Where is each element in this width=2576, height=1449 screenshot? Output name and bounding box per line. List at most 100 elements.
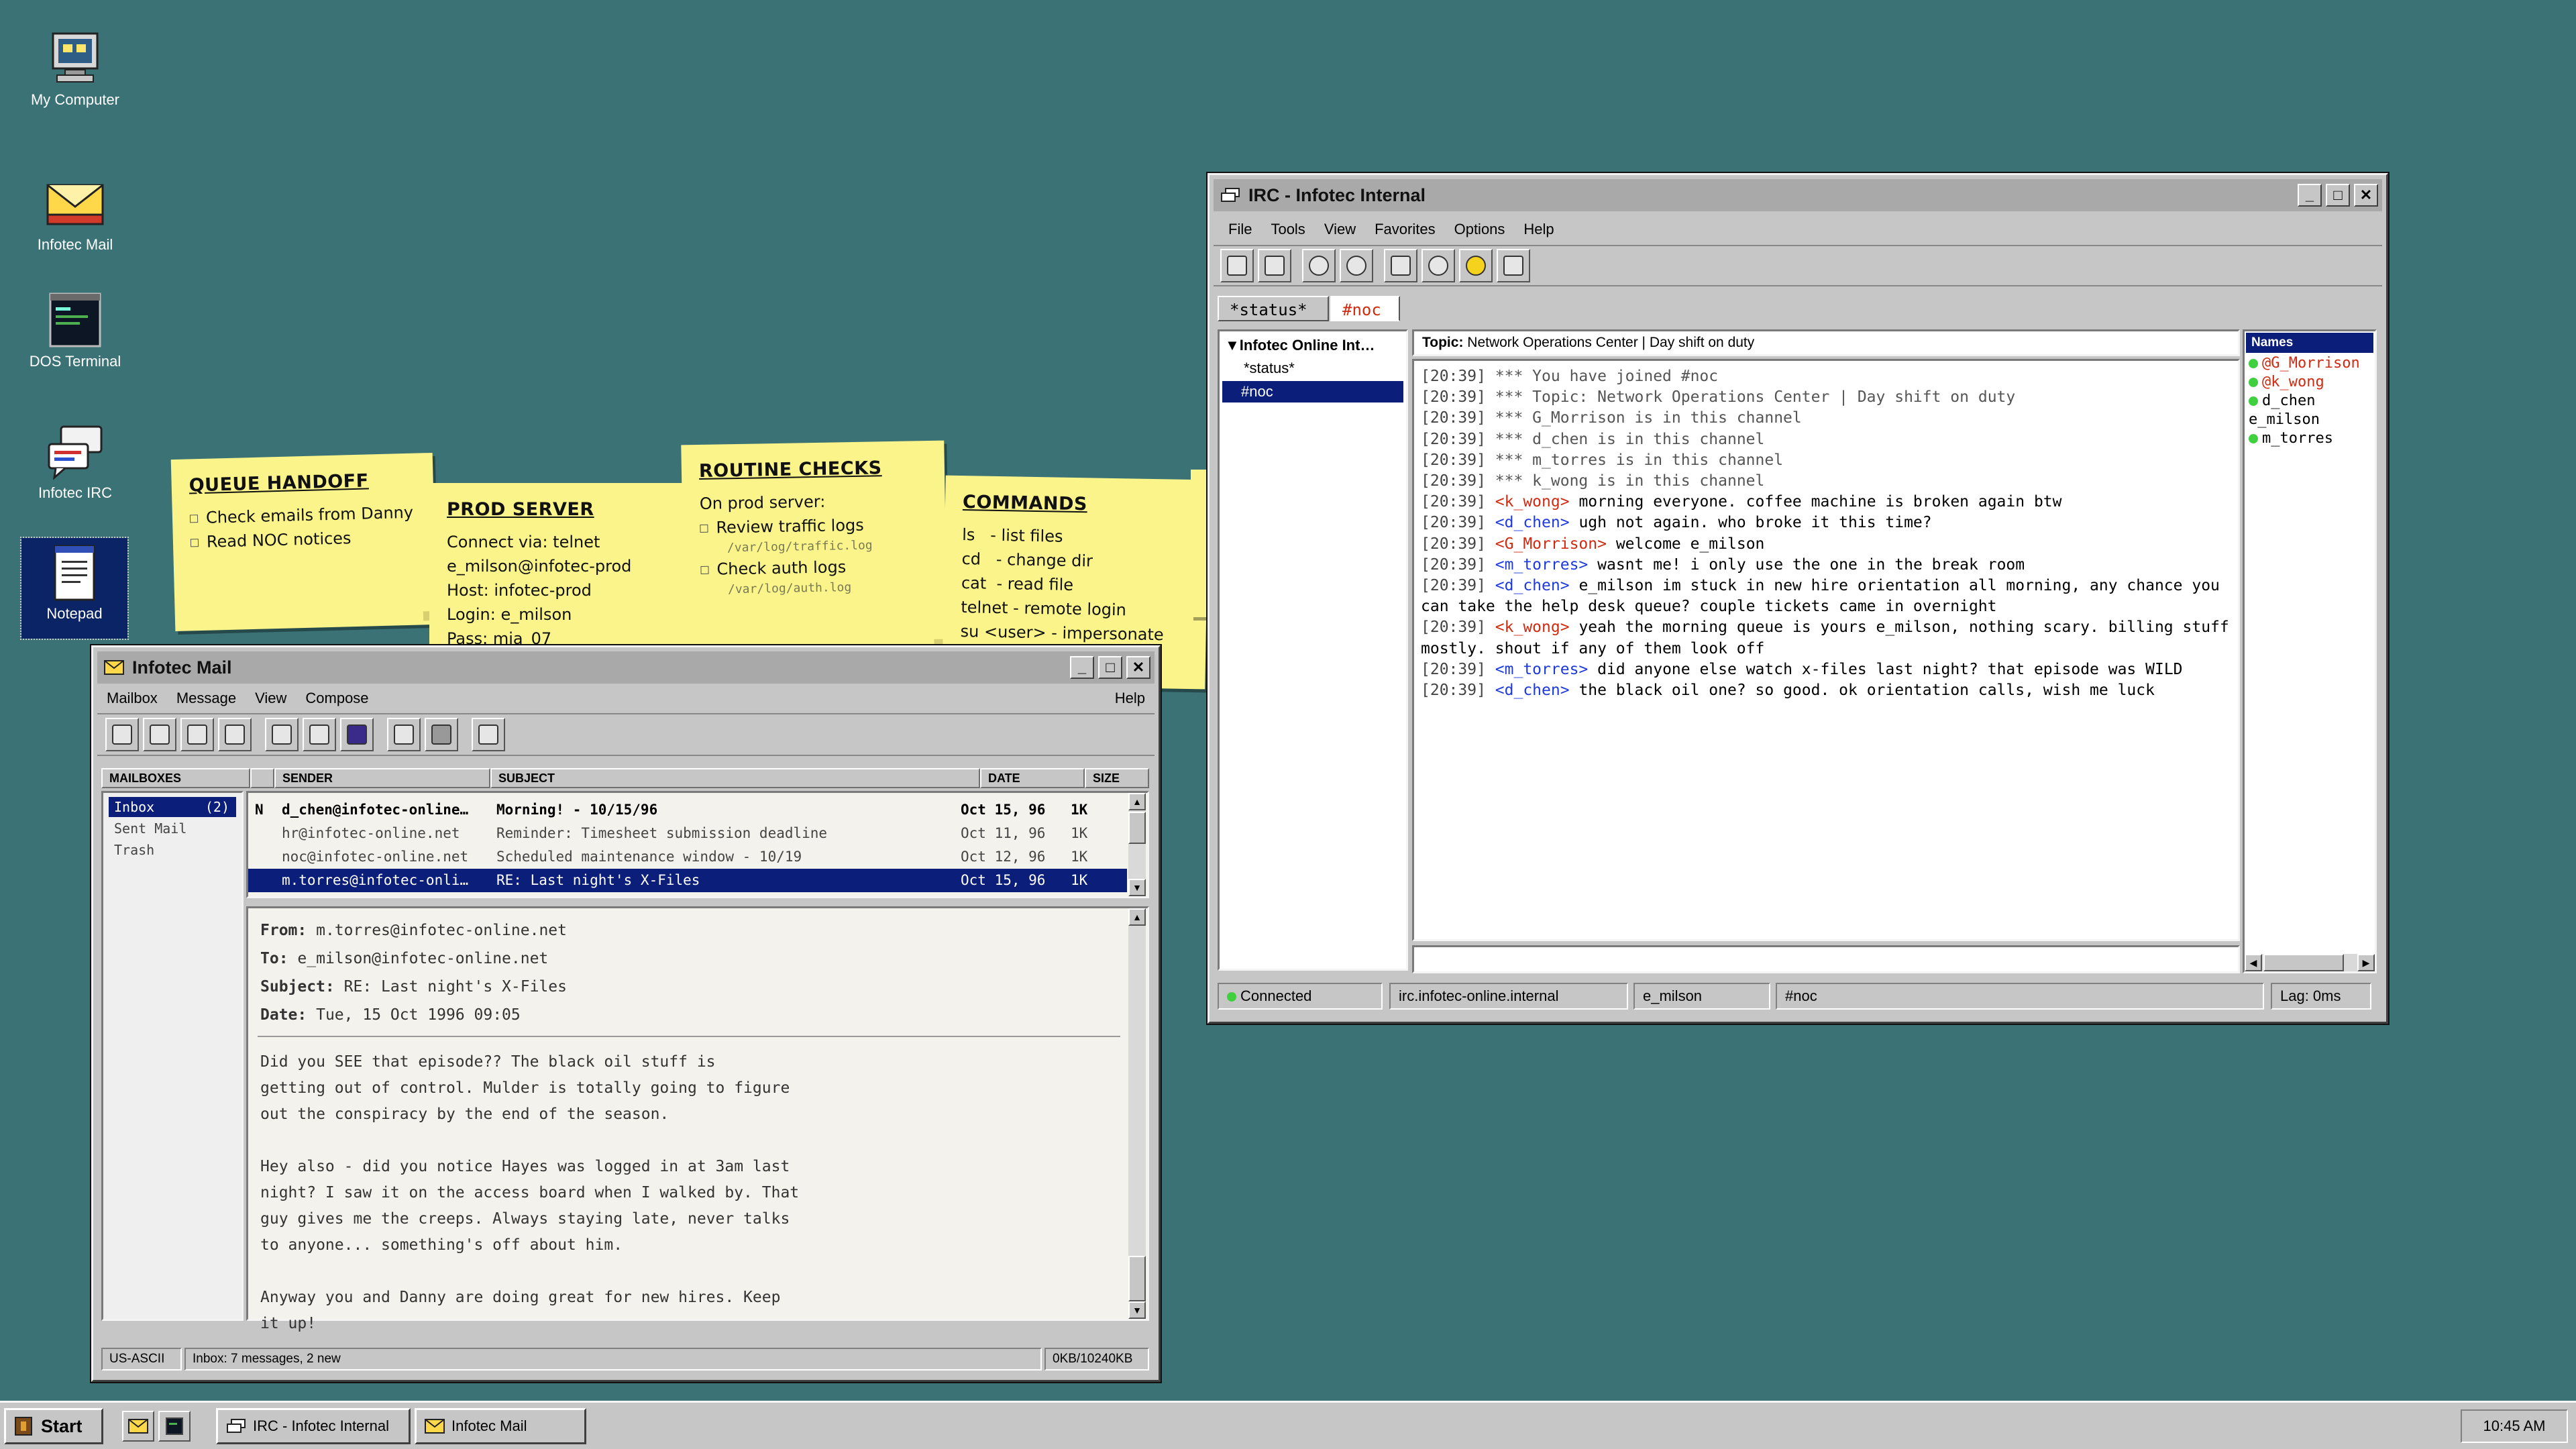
- tree-item-noc-selected[interactable]: #noc: [1222, 381, 1403, 402]
- menu-options[interactable]: Options: [1445, 221, 1515, 238]
- scroll-thumb[interactable]: [1128, 812, 1146, 844]
- scroll-thumb[interactable]: [2263, 954, 2344, 971]
- preview-scrollbar[interactable]: ▲ ▼: [1128, 908, 1146, 1319]
- folder-trash[interactable]: Trash: [114, 840, 154, 860]
- scroll-thumb[interactable]: [1128, 1256, 1146, 1301]
- join-channel-button[interactable]: [1302, 249, 1336, 282]
- list-button[interactable]: [1497, 249, 1530, 282]
- names-item[interactable]: m_torres: [2249, 429, 2360, 448]
- message-list-scrollbar[interactable]: ▲ ▼: [1128, 793, 1146, 896]
- globe-icon: [1346, 256, 1366, 276]
- names-item[interactable]: @k_wong: [2249, 373, 2360, 392]
- scroll-up-icon[interactable]: ▲: [1128, 908, 1146, 926]
- taskbar-mail[interactable]: Infotec Mail: [415, 1408, 586, 1444]
- column-flag[interactable]: [250, 768, 274, 788]
- menu-view[interactable]: View: [1315, 221, 1365, 238]
- channel-list-icon: [1391, 256, 1411, 276]
- chat-nick: <m_torres>: [1495, 555, 1589, 574]
- irc-titlebar[interactable]: IRC - Infotec Internal _ □ ✕: [1214, 179, 2382, 211]
- address-book-button[interactable]: [340, 718, 374, 751]
- mail-envelope-icon: [104, 660, 124, 675]
- menu-compose[interactable]: Compose: [296, 690, 378, 707]
- close-button[interactable]: ✕: [2354, 184, 2378, 207]
- menu-mailbox[interactable]: Mailbox: [97, 690, 167, 707]
- scroll-up-icon[interactable]: ▲: [1128, 793, 1146, 810]
- list-icon: [1503, 256, 1523, 276]
- column-mailboxes[interactable]: MAILBOXES: [101, 768, 250, 788]
- menu-help[interactable]: Help: [1514, 221, 1563, 238]
- irc-window[interactable]: IRC - Infotec Internal _ □ ✕ File Tools …: [1208, 173, 2388, 1024]
- message-input[interactable]: [1412, 945, 2240, 973]
- scroll-left-icon[interactable]: ◀: [2245, 954, 2262, 971]
- tab-status[interactable]: *status*: [1218, 296, 1329, 321]
- collapse-icon[interactable]: ▼: [1225, 337, 1240, 354]
- names-item[interactable]: d_chen: [2249, 392, 2360, 411]
- get-mail-button[interactable]: [105, 718, 139, 751]
- tree-item-status[interactable]: *status*: [1244, 360, 1295, 377]
- menu-tools[interactable]: Tools: [1261, 221, 1314, 238]
- tab-noc[interactable]: #noc: [1330, 296, 1400, 321]
- connect-icon: [1227, 256, 1247, 276]
- names-item[interactable]: e_milson: [2249, 411, 2360, 429]
- quick-launch-mail[interactable]: [122, 1411, 154, 1442]
- names-item[interactable]: @G_Morrison: [2249, 354, 2360, 373]
- message-row[interactable]: N d_chen@infotec-online… Morning! - 10/1…: [248, 798, 1147, 822]
- minimize-button[interactable]: _: [2298, 184, 2322, 207]
- chat-line: [20:39] <G_Morrison> welcome e_milson: [1421, 535, 1765, 553]
- reply-button[interactable]: [143, 718, 176, 751]
- message-row[interactable]: noc@infotec-online.net Scheduled mainten…: [248, 845, 1147, 869]
- taskbar-irc[interactable]: IRC - Infotec Internal: [216, 1408, 411, 1444]
- menu-file[interactable]: File: [1219, 221, 1261, 238]
- connect-button[interactable]: [1220, 249, 1254, 282]
- compose-button[interactable]: [265, 718, 299, 751]
- chat-nick: <d_chen>: [1495, 682, 1570, 700]
- maximize-button[interactable]: □: [1098, 656, 1122, 679]
- desktop-icon-infotec-irc[interactable]: Infotec IRC: [18, 424, 132, 502]
- sticky-line: Review traffic logs: [700, 512, 928, 540]
- mail-titlebar[interactable]: Infotec Mail _ □ ✕: [97, 651, 1155, 684]
- chat-line: [20:39] *** You have joined #noc: [1421, 368, 1719, 385]
- column-size[interactable]: SIZE: [1085, 768, 1149, 788]
- names-hscrollbar[interactable]: ◀ ▶: [2245, 954, 2375, 971]
- mail-window[interactable]: Infotec Mail _ □ ✕ Mailbox Message View …: [91, 645, 1161, 1382]
- column-date[interactable]: DATE: [980, 768, 1085, 788]
- disconnect-button[interactable]: [1258, 249, 1291, 282]
- menu-view[interactable]: View: [246, 690, 296, 707]
- message-row[interactable]: hr@infotec-online.net Reminder: Timeshee…: [248, 822, 1147, 845]
- desktop-icon-my-computer[interactable]: My Computer: [18, 31, 132, 109]
- desktop-icon-dos-terminal[interactable]: DOS Terminal: [18, 292, 132, 370]
- online-dot-icon: [2249, 396, 2258, 406]
- column-sender[interactable]: SENDER: [274, 768, 490, 788]
- quick-launch-terminal[interactable]: [158, 1411, 191, 1442]
- menu-favorites[interactable]: Favorites: [1365, 221, 1444, 238]
- close-icon: ✕: [1132, 659, 1145, 676]
- scroll-down-icon[interactable]: ▼: [1128, 1301, 1146, 1319]
- folder-inbox[interactable]: Inbox (2): [109, 797, 236, 817]
- scroll-right-icon[interactable]: ▶: [2357, 954, 2375, 971]
- channel-list-button[interactable]: [1384, 249, 1417, 282]
- sticky-note-routine-checks[interactable]: ROUTINE CHECKS On prod server: Review tr…: [681, 440, 948, 657]
- minimize-button[interactable]: _: [1070, 656, 1094, 679]
- user-button[interactable]: [1459, 249, 1493, 282]
- start-button[interactable]: Start: [4, 1408, 103, 1444]
- message-row-selected[interactable]: m.torres@infotec-onli… RE: Last night's …: [248, 869, 1127, 892]
- attach-button[interactable]: [303, 718, 336, 751]
- server-list-button[interactable]: [1421, 249, 1455, 282]
- scroll-down-icon[interactable]: ▼: [1128, 879, 1146, 896]
- edit-button[interactable]: [472, 718, 505, 751]
- delete-button[interactable]: [425, 718, 458, 751]
- menu-help[interactable]: Help: [1106, 690, 1155, 707]
- sticky-note-queue-handoff[interactable]: QUEUE HANDOFF Check emails from Danny Re…: [170, 452, 437, 632]
- folder-sent-mail[interactable]: Sent Mail: [114, 818, 186, 839]
- tree-root[interactable]: ▼Infotec Online Int…: [1225, 337, 1375, 354]
- close-button[interactable]: ✕: [1126, 656, 1150, 679]
- forward-button[interactable]: [218, 718, 252, 751]
- reply-all-button[interactable]: [180, 718, 214, 751]
- column-subject[interactable]: SUBJECT: [490, 768, 980, 788]
- desktop-icon-notepad[interactable]: Notepad: [20, 537, 129, 640]
- desktop-icon-infotec-mail[interactable]: Infotec Mail: [18, 176, 132, 254]
- maximize-button[interactable]: □: [2326, 184, 2350, 207]
- menu-message[interactable]: Message: [167, 690, 246, 707]
- part-channel-button[interactable]: [1340, 249, 1373, 282]
- print-button[interactable]: [387, 718, 421, 751]
